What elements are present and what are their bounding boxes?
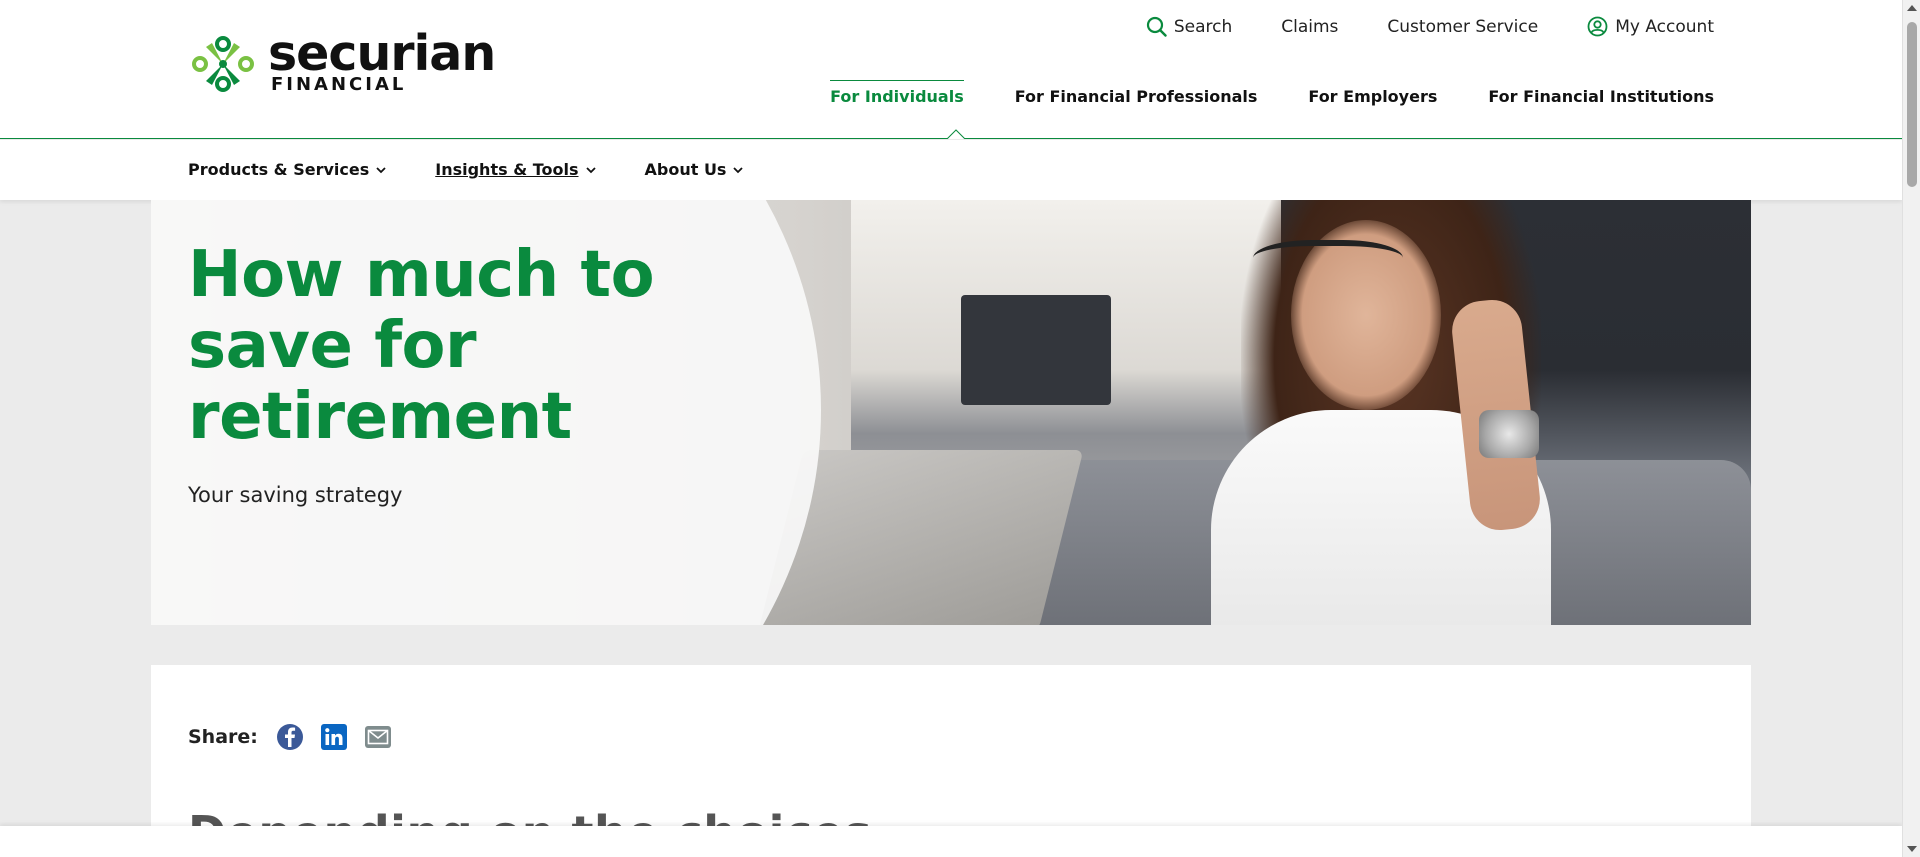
chevron-down-icon [376, 166, 386, 173]
facebook-icon[interactable] [276, 723, 304, 751]
securian-logo-mark-icon [192, 36, 254, 92]
customer-service-label: Customer Service [1387, 16, 1539, 37]
nav-for-financial-professionals[interactable]: For Financial Professionals [1015, 87, 1258, 106]
sticky-bottom-bar [0, 826, 1902, 857]
nav-for-financial-institutions[interactable]: For Financial Institutions [1488, 87, 1714, 106]
hero-banner: How much to save for retirement Your sav… [151, 200, 1751, 625]
nav-products-services-label: Products & Services [188, 160, 370, 179]
scrollbar-thumb[interactable] [1907, 22, 1917, 187]
audience-nav: For Individuals For Financial Profession… [830, 80, 1714, 106]
share-bar: Share: [188, 723, 408, 751]
my-account-link[interactable]: My Account [1587, 16, 1714, 37]
active-nav-notch-icon [947, 129, 965, 139]
nav-for-employers[interactable]: For Employers [1308, 87, 1437, 106]
hero-photo-monitor [961, 295, 1111, 405]
nav-products-services[interactable]: Products & Services [188, 160, 387, 179]
page-subtitle: Your saving strategy [188, 483, 403, 507]
site-header: securian FINANCIAL Search Claims Custome… [0, 0, 1902, 139]
securian-logo[interactable]: securian FINANCIAL [188, 29, 496, 95]
nav-insights-tools[interactable]: Insights & Tools [435, 160, 596, 179]
scroll-up-arrow-icon[interactable] [1907, 5, 1917, 11]
page-scrollbar[interactable] [1902, 0, 1920, 857]
search-label: Search [1173, 16, 1233, 37]
secondary-nav: Products & Services Insights & Tools Abo… [0, 140, 1902, 200]
linkedin-icon[interactable] [320, 723, 348, 751]
nav-about-us[interactable]: About Us [645, 160, 745, 179]
page-title: How much to save for retirement [188, 238, 655, 454]
share-label: Share: [188, 726, 258, 748]
nav-about-us-label: About Us [644, 160, 727, 179]
my-account-label: My Account [1615, 16, 1714, 37]
nav-insights-tools-label: Insights & Tools [435, 160, 579, 179]
utility-nav: Search Claims Customer Service My Accoun… [1146, 16, 1714, 37]
nav-for-individuals[interactable]: For Individuals [830, 80, 964, 106]
email-icon[interactable] [364, 723, 392, 751]
account-user-icon [1587, 16, 1608, 37]
chevron-down-icon [585, 166, 596, 173]
chevron-down-icon [733, 166, 744, 173]
claims-label: Claims [1281, 16, 1339, 37]
claims-link[interactable]: Claims [1281, 17, 1338, 37]
logo-wordmark: securian [268, 24, 496, 82]
scroll-down-arrow-icon[interactable] [1907, 846, 1917, 852]
customer-service-link[interactable]: Customer Service [1387, 17, 1538, 37]
hero-photo-glasses [1253, 240, 1403, 285]
hero-photo-watch [1479, 410, 1539, 458]
search-link[interactable]: Search [1146, 16, 1232, 37]
search-icon [1146, 16, 1167, 37]
